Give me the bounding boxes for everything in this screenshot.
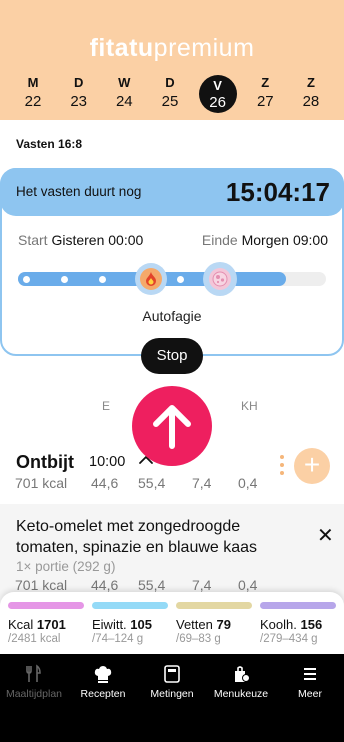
summary-fat: Vetten 79 /69–83 g <box>176 602 252 645</box>
meal-time[interactable]: 10:00 <box>89 454 125 470</box>
protein-bar <box>92 602 168 609</box>
nav-more[interactable]: Meer <box>275 664 344 700</box>
nav-measurements[interactable]: Metingen <box>137 664 207 700</box>
product-name: Keto-omelet met zongedroogde tomaten, sp… <box>16 518 258 556</box>
progress-dot <box>61 276 68 283</box>
progress-dot <box>23 276 30 283</box>
daily-summary[interactable]: Kcal 1701 /2481 kcal Eiwitt. 105 /74–124… <box>0 592 344 654</box>
product-protein: 44,6 <box>91 577 119 593</box>
end-label: Einde <box>201 232 238 248</box>
meal-sugar: 7,4 <box>192 475 212 491</box>
product-portion: 1× portie (292 g) <box>16 559 116 574</box>
column-carbs-header: KH <box>241 399 258 413</box>
bag-icon <box>235 666 250 682</box>
chef-hat-icon <box>94 666 112 683</box>
start-value: Gisteren 00:00 <box>51 232 144 248</box>
arrow-up-icon <box>153 405 191 449</box>
bottom-nav: Maaltijdplan Recepten Metingen Menukeuze… <box>0 654 344 742</box>
nav-recipes[interactable]: Recepten <box>68 664 138 700</box>
progress-dot <box>99 276 106 283</box>
day-monday[interactable]: M 22 <box>16 74 50 114</box>
summary-kcal: Kcal 1701 /2481 kcal <box>8 602 84 645</box>
close-icon[interactable]: ✕ <box>317 526 334 546</box>
nav-meal-plan[interactable]: Maaltijdplan <box>0 664 69 700</box>
fasting-plan-title: Vasten 16:8 <box>16 137 83 151</box>
meal-title: Ontbijt <box>16 452 74 472</box>
menu-icon <box>304 668 316 680</box>
carbs-bar <box>260 602 336 609</box>
fasting-card[interactable]: Het vasten duurt nog 15:04:17 Start Gist… <box>0 168 344 356</box>
end-value: Morgen 09:00 <box>241 232 328 248</box>
progress-dot <box>177 276 184 283</box>
summary-carbs: Koolh. 156 /279–434 g <box>260 602 336 645</box>
meal-macros: 701 kcal 44,6 55,4 7,4 0,4 <box>0 475 344 493</box>
product-item[interactable]: Keto-omelet met zongedroogde tomaten, sp… <box>0 504 344 604</box>
scroll-up-button[interactable] <box>132 386 212 466</box>
fasting-header: Het vasten duurt nog 15:04:17 <box>0 168 344 216</box>
day-wednesday[interactable]: W 24 <box>107 74 141 114</box>
product-kcal: 701 kcal <box>15 577 68 593</box>
column-protein-header: E <box>102 399 111 413</box>
fasting-countdown: 15:04:17 <box>225 177 330 207</box>
product-sugar: 7,4 <box>192 577 212 593</box>
summary-protein: Eiwitt. 105 /74–124 g <box>92 602 168 645</box>
meal-kcal: 701 kcal <box>15 475 68 491</box>
scale-icon <box>164 665 180 683</box>
product-fat: 55,4 <box>138 577 166 593</box>
autophagy-icon <box>203 262 237 296</box>
fat-bar <box>176 602 252 609</box>
meal-carbs: 0,4 <box>238 475 258 491</box>
nav-menu-choice[interactable]: Menukeuze <box>206 664 276 700</box>
fasting-status-label: Het vasten duurt nog <box>16 184 142 199</box>
header: fitatupremium M 22 D 23 W 24 D 25 V 26 Z 27 Z2… <box>0 0 344 120</box>
day-thursday[interactable]: D 25 <box>153 74 187 114</box>
week-selector: M 22 D 23 W 24 D 25 V 26 Z 27 Z 28 <box>16 74 328 114</box>
app-logo: fitatupremium <box>89 34 255 62</box>
app-screen: fitatupremium M 22 D 23 W 24 D 25 V 26 Z 27 Z2… <box>0 0 344 742</box>
fork-knife-icon <box>26 664 41 682</box>
fasting-stage-label: Autofagie <box>142 308 202 324</box>
product-carbs: 0,4 <box>238 577 258 593</box>
fasting-start-end: Start Gisteren 00:00 Einde Morgen 09:00 <box>18 232 328 248</box>
fat-burn-icon <box>135 263 167 295</box>
day-saturday[interactable]: Z 27 <box>248 74 282 114</box>
day-friday-selected[interactable]: V 26 <box>198 75 237 113</box>
day-tuesday[interactable]: D 23 <box>62 74 96 114</box>
day-sunday[interactable]: Z 28 <box>294 74 328 114</box>
start-label: Start <box>18 232 48 248</box>
stop-fasting-button[interactable]: Stop <box>141 338 203 374</box>
kcal-bar <box>8 602 84 609</box>
fasting-progress-track <box>18 262 326 296</box>
meal-fat: 55,4 <box>138 475 166 491</box>
meal-protein: 44,6 <box>91 475 119 491</box>
